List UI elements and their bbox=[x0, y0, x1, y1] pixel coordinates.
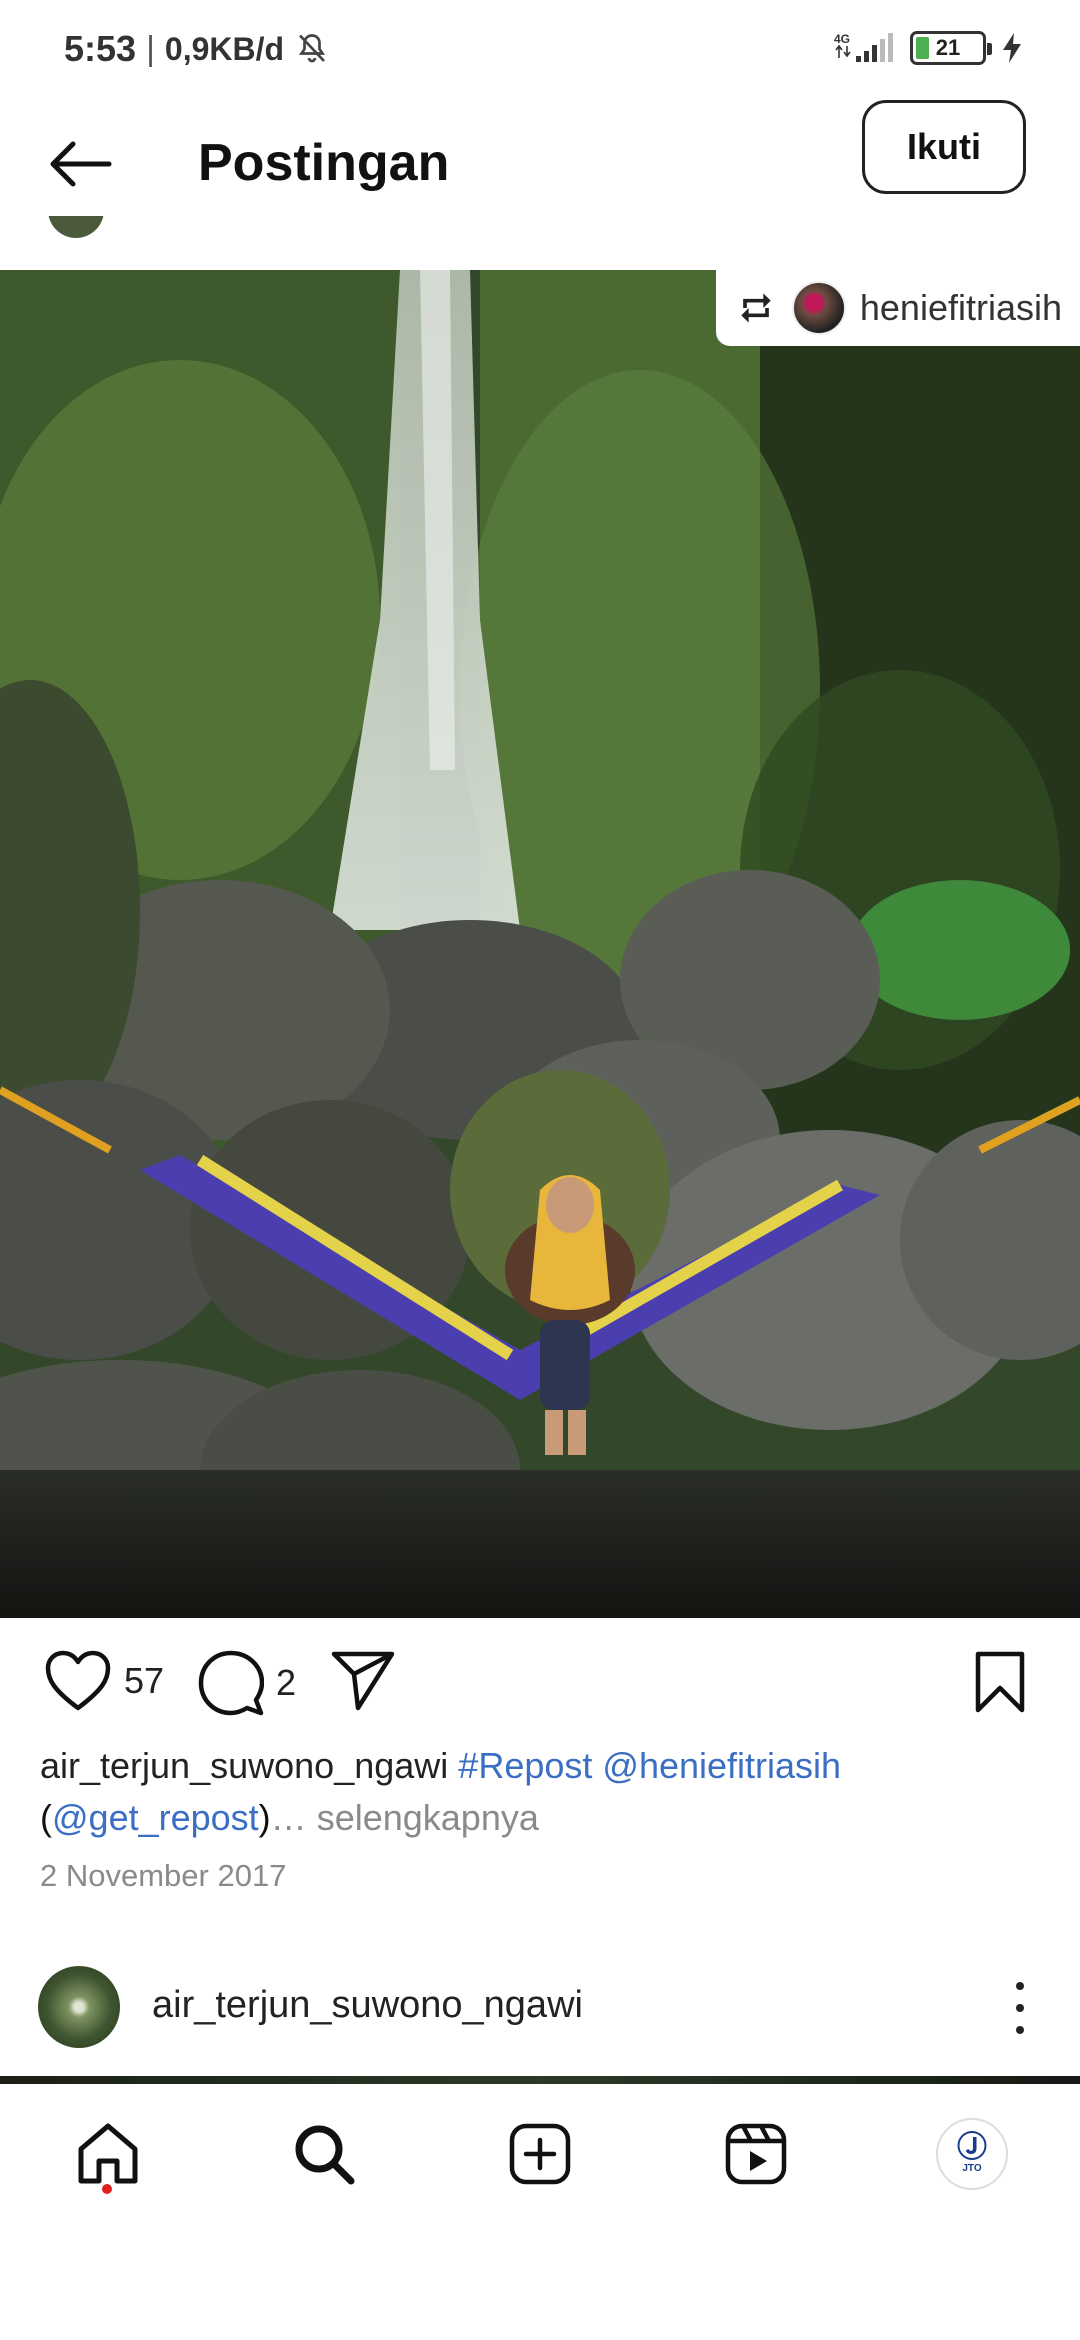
heart-icon bbox=[45, 1650, 111, 1711]
follow-button[interactable]: Ikuti bbox=[862, 100, 1026, 194]
caption-mention[interactable]: @heniefitriasih bbox=[602, 1745, 841, 1786]
caption-ellipsis: … bbox=[270, 1797, 307, 1838]
share-button[interactable] bbox=[330, 1650, 396, 1712]
mute-icon bbox=[299, 34, 326, 63]
bottom-navigation: Ⓙ JTO bbox=[0, 2084, 1080, 2224]
search-icon bbox=[295, 2125, 355, 2185]
post-actions: 57 2 bbox=[0, 1640, 1080, 1730]
comment-icon bbox=[198, 1650, 264, 1716]
bookmark-icon bbox=[975, 1651, 1025, 1713]
signal-icon: 4G bbox=[834, 32, 893, 62]
caption-mention-2[interactable]: @get_repost bbox=[52, 1797, 259, 1838]
repost-icon bbox=[741, 293, 771, 323]
comment-button[interactable]: 2 bbox=[198, 1650, 296, 1716]
nav-home[interactable] bbox=[68, 2114, 148, 2194]
like-button[interactable]: 57 bbox=[44, 1650, 164, 1712]
network-type: 4G bbox=[834, 32, 850, 46]
back-arrow-icon bbox=[50, 141, 112, 187]
battery-icon: 21 bbox=[910, 31, 992, 65]
caption-more-link[interactable]: selengkapnya bbox=[317, 1797, 539, 1838]
caption-hashtag[interactable]: #Repost bbox=[458, 1745, 592, 1786]
create-icon bbox=[509, 2123, 571, 2185]
home-icon bbox=[78, 2123, 138, 2184]
network-speed: 0,9KB/d bbox=[164, 30, 285, 67]
more-options-icon[interactable] bbox=[1000, 1982, 1040, 2034]
send-icon bbox=[331, 1651, 395, 1711]
caption-close-paren: ) bbox=[258, 1797, 271, 1838]
profile-avatar: Ⓙ JTO bbox=[936, 2118, 1008, 2190]
repost-avatar bbox=[791, 281, 846, 335]
nav-profile[interactable]: Ⓙ JTO bbox=[932, 2114, 1012, 2194]
comment-count: 2 bbox=[276, 1662, 297, 1703]
next-post-image[interactable] bbox=[0, 2076, 1080, 2084]
post-image[interactable]: heniefitriasih bbox=[0, 270, 1080, 1618]
post-caption: air_terjun_suwono_ngawi #Repost @heniefi… bbox=[40, 1740, 1040, 1844]
home-notification-dot bbox=[102, 2184, 112, 2194]
charging-icon bbox=[1003, 33, 1021, 63]
battery-level: 21 bbox=[935, 35, 961, 60]
repost-username: heniefitriasih bbox=[859, 287, 1062, 328]
post-author-avatar[interactable] bbox=[48, 216, 104, 238]
like-count[interactable]: 57 bbox=[124, 1660, 164, 1702]
status-right: 4G 21 bbox=[832, 30, 1024, 66]
battery-fill bbox=[916, 37, 929, 59]
waterfall-photo bbox=[0, 270, 1080, 1618]
next-post-avatar[interactable] bbox=[38, 1966, 120, 2048]
status-left: 5:53 | 0,9KB/d bbox=[64, 28, 330, 70]
status-time: 5:53 bbox=[64, 28, 137, 69]
profile-logo-text: JTO bbox=[962, 2163, 982, 2174]
caption-open-paren: ( bbox=[40, 1797, 52, 1838]
save-button[interactable] bbox=[972, 1650, 1028, 1714]
nav-search[interactable] bbox=[284, 2114, 364, 2194]
header: Postingan Ikuti bbox=[0, 100, 1080, 230]
post-date: 2 November 2017 bbox=[40, 1858, 287, 1893]
profile-logo-icon: Ⓙ bbox=[957, 2131, 987, 2164]
status-bar: 5:53 | 0,9KB/d 4G 21 bbox=[0, 0, 1080, 100]
reels-icon bbox=[725, 2123, 787, 2185]
nav-create[interactable] bbox=[500, 2114, 580, 2194]
back-button[interactable] bbox=[40, 124, 120, 204]
page-title: Postingan bbox=[198, 134, 450, 192]
caption-username[interactable]: air_terjun_suwono_ngawi bbox=[40, 1745, 448, 1786]
nav-reels[interactable] bbox=[716, 2114, 796, 2194]
next-post-header: air_terjun_suwono_ngawi bbox=[0, 1962, 1080, 2052]
status-separator: | bbox=[146, 29, 155, 68]
next-post-username[interactable]: air_terjun_suwono_ngawi bbox=[152, 1984, 583, 2027]
repost-tag[interactable]: heniefitriasih bbox=[715, 270, 1080, 346]
